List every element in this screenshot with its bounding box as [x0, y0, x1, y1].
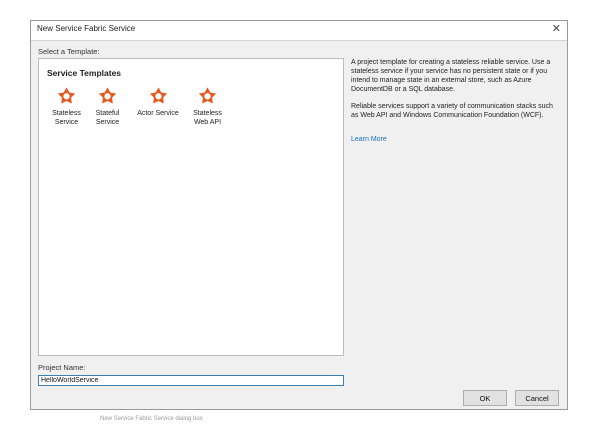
new-service-dialog: New Service Fabric Service ✕ Select a Te… [30, 20, 568, 410]
template-label-line2: Service [54, 118, 79, 126]
template-label-line1: Stateless [193, 110, 222, 117]
select-template-label: Select a Template: [38, 47, 100, 56]
figure-caption: New Service Fabric Service dialog box [100, 416, 203, 422]
description-paragraph: Reliable services support a variety of c… [351, 103, 553, 119]
title-bar: New Service Fabric Service ✕ [31, 21, 567, 41]
service-fabric-icon [57, 87, 76, 104]
template-actor-service[interactable]: Actor Service [133, 86, 183, 119]
learn-more-link[interactable]: Learn More [351, 136, 387, 143]
service-fabric-icon [198, 87, 217, 104]
service-fabric-icon [149, 87, 167, 104]
template-label-line2: Web API [193, 118, 222, 126]
template-stateless-web-api[interactable]: Stateless Web API [185, 86, 230, 127]
template-label-line2: Service [95, 118, 120, 126]
template-stateless-service[interactable]: Stateless Service [44, 86, 89, 127]
templates-heading: Service Templates [47, 68, 122, 78]
template-description: A project template for creating a statel… [351, 58, 557, 146]
template-stateful-service[interactable]: Stateful Service [85, 86, 130, 127]
dialog-title: New Service Fabric Service [37, 24, 136, 33]
project-name-label: Project Name: [38, 363, 86, 372]
close-icon[interactable]: ✕ [552, 22, 561, 35]
service-fabric-icon [98, 87, 117, 104]
description-paragraph: A project template for creating a statel… [351, 59, 551, 93]
template-label-line1: Actor Service [137, 110, 179, 117]
ok-button[interactable]: OK [463, 390, 507, 406]
project-name-input[interactable] [38, 375, 344, 386]
cancel-button[interactable]: Cancel [515, 390, 559, 406]
template-label-line1: Stateful [95, 110, 120, 117]
template-label-line1: Stateless [52, 110, 81, 117]
template-list: Service Templates Stateless Service Stat… [38, 58, 344, 356]
